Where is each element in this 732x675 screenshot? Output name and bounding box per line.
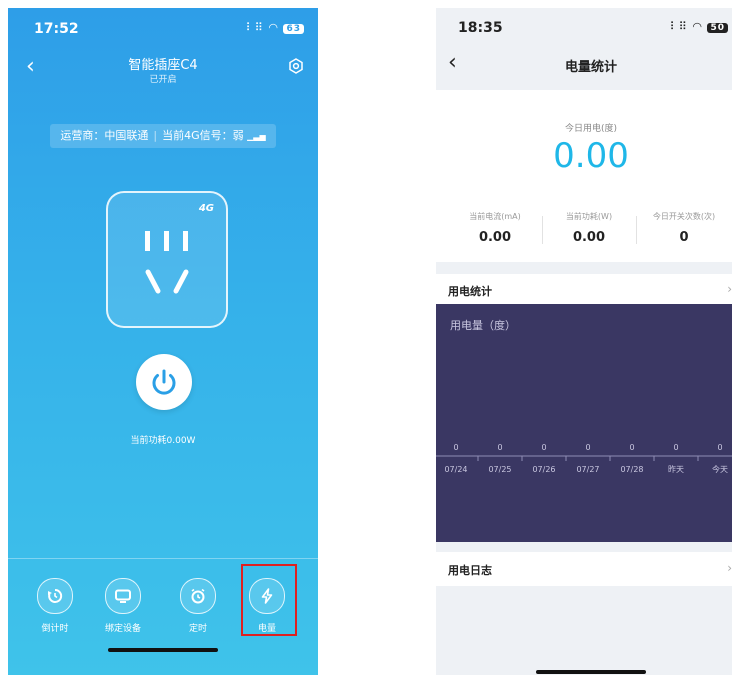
chart-tick-label: 今天 xyxy=(712,464,728,474)
tab-timer-label: 定时 xyxy=(188,624,207,634)
network-info-bar: 运营商：中国联通 | 当前4G信号：弱 ▁▃▅ xyxy=(50,124,276,148)
right-phone-screen: 18:35 ⠇⠿ ◠ 50 ‹ 电量统计 今日用电(度) 0.00 当前电流(m… xyxy=(436,8,732,675)
signal-label: 当前4G信号：弱 xyxy=(162,129,244,142)
stat-value: 0 xyxy=(679,230,689,245)
wifi-icon: ◠ xyxy=(268,21,279,34)
today-usage-value: 0.00 xyxy=(553,136,629,176)
chart-value-label: 0 xyxy=(453,443,458,452)
cellular-signal-icon: ⠇⠿ xyxy=(245,21,264,34)
stat-label: 当前电流(mA) xyxy=(469,212,521,221)
current-amperage-stat: 当前电流(mA) 0.00 xyxy=(446,211,544,245)
chart-ylabel: 用电量（度） xyxy=(450,318,516,332)
device-icon xyxy=(105,578,141,614)
page-title: 电量统计 xyxy=(564,60,617,75)
alarm-clock-icon xyxy=(180,578,216,614)
today-usage-label: 今日用电(度) xyxy=(564,124,618,134)
chart-tick-label: 07/24 xyxy=(444,465,467,474)
power-icon xyxy=(152,369,176,395)
usage-log-row[interactable]: 用电日志 › xyxy=(436,552,732,586)
tab-bind-device[interactable]: 绑定设备 xyxy=(93,578,153,634)
device-status: 已开启 xyxy=(149,75,177,85)
current-power-stat: 当前功耗(W) 0.00 xyxy=(540,211,638,245)
power-button[interactable] xyxy=(136,354,192,410)
chart-value-label: 0 xyxy=(717,443,722,452)
countdown-icon xyxy=(37,578,73,614)
stat-value: 0.00 xyxy=(572,230,606,245)
tab-countdown-label: 倒计时 xyxy=(41,624,69,634)
stat-label: 当前功耗(W) xyxy=(565,212,613,221)
home-indicator xyxy=(108,648,218,652)
stat-value: 0.00 xyxy=(478,230,512,245)
chart-value-label: 0 xyxy=(673,443,678,452)
tab-countdown[interactable]: 倒计时 xyxy=(25,578,85,634)
chart-tick-label: 昨天 xyxy=(668,464,684,474)
chart-value-label: 0 xyxy=(585,443,590,452)
current-power-label: 当前功耗0.00W xyxy=(130,436,196,446)
usage-stats-row[interactable]: 用电统计 › xyxy=(436,274,732,304)
status-icons: ⠇⠿ ◠ 63 xyxy=(246,21,304,34)
socket-illustration: 4G xyxy=(106,191,228,328)
chevron-right-icon: › xyxy=(727,282,732,296)
carrier-label: 运营商：中国联通 xyxy=(60,129,149,142)
left-phone-screen: 17:52 ⠇⠿ ◠ 63 ‹ 智能插座C4 已开启 运营商：中国联通 | 当前4G… xyxy=(8,8,318,675)
signal-strength-icon: ▁▃▅ xyxy=(247,132,266,141)
status-icons: ⠇⠿ ◠ 50 xyxy=(670,20,728,33)
usage-log-title: 用电日志 xyxy=(448,564,492,577)
highlight-box xyxy=(241,564,297,636)
tab-timer[interactable]: 定时 xyxy=(168,578,228,634)
chart-tick-label: 07/28 xyxy=(620,465,643,474)
battery-icon: 63 xyxy=(283,24,304,34)
settings-icon[interactable] xyxy=(288,58,304,74)
chevron-right-icon: › xyxy=(727,561,732,575)
usage-chart-svg: 用电量（度） 0 07/24 0 07/25 0 07/26 0 07/27 0 07/28 0 昨天 0… xyxy=(436,318,732,474)
tab-bind-device-label: 绑定设备 xyxy=(104,624,141,634)
status-time: 18:35 xyxy=(458,20,503,36)
usage-stats-title: 用电统计 xyxy=(448,285,492,298)
chart-value-label: 0 xyxy=(541,443,546,452)
usage-chart: 用电量（度） 0 07/24 0 07/25 0 07/26 0 07/27 0 07/28 0 昨天 0… xyxy=(436,304,732,542)
chart-value-label: 0 xyxy=(629,443,634,452)
wifi-icon: ◠ xyxy=(692,20,703,33)
chart-tick-label: 07/25 xyxy=(488,465,511,474)
chart-value-label: 0 xyxy=(497,443,502,452)
socket-holes-icon xyxy=(145,231,189,294)
stat-label: 今日开关次数(次) xyxy=(652,212,716,221)
switch-count-stat: 今日开关次数(次) 0 xyxy=(635,211,732,245)
home-indicator xyxy=(536,670,646,674)
device-title: 智能插座C4 xyxy=(128,58,198,73)
chart-tick-label: 07/27 xyxy=(576,465,599,474)
status-time: 17:52 xyxy=(34,21,79,37)
cellular-signal-icon: ⠇⠿ xyxy=(669,20,688,33)
chart-tick-label: 07/26 xyxy=(532,465,555,474)
battery-icon: 50 xyxy=(707,23,728,33)
